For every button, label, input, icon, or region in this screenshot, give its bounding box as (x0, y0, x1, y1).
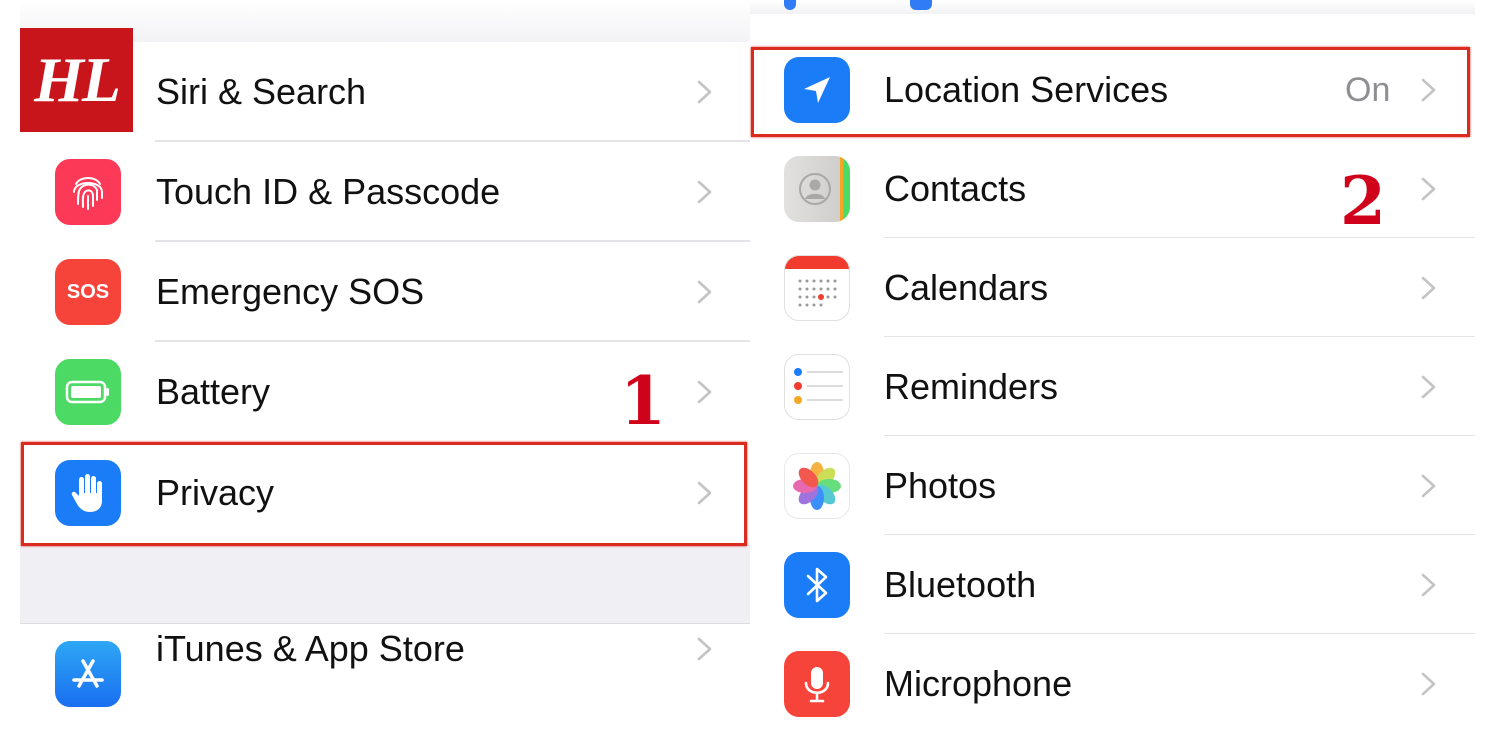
nav-title-fragment (910, 0, 932, 10)
step-2-annotation: 2 (1340, 162, 1386, 240)
row-label: iTunes & App Store (156, 628, 465, 669)
chevron-right-icon (1421, 276, 1436, 300)
chevron-right-icon (1421, 375, 1436, 399)
privacy-row-microphone[interactable]: Microphone (750, 634, 1475, 734)
settings-row-itunes-app-store[interactable]: iTunes & App Store (20, 623, 750, 724)
settings-row-emergency-sos[interactable]: SOS Emergency SOS (20, 242, 750, 342)
sos-icon: SOS (55, 259, 121, 325)
battery-icon (55, 359, 121, 425)
sos-icon-text: SOS (66, 280, 110, 303)
app-store-icon (55, 641, 121, 707)
settings-row-touch-id[interactable]: Touch ID & Passcode (20, 142, 750, 242)
row-label: Calendars (884, 267, 1049, 308)
microphone-icon (784, 651, 850, 717)
fingerprint-icon (55, 159, 121, 225)
row-label: Photos (884, 465, 997, 506)
privacy-highlight-box (21, 442, 747, 546)
chevron-right-icon (697, 637, 712, 661)
privacy-row-reminders[interactable]: Reminders (750, 337, 1475, 437)
row-label: Bluetooth (884, 564, 1037, 605)
privacy-row-calendars[interactable]: Calendars (750, 238, 1475, 338)
top-edge (750, 0, 1475, 14)
reminders-icon (784, 354, 850, 420)
chevron-right-icon (697, 80, 712, 104)
hl-logo: HL (20, 28, 133, 132)
chevron-right-icon (697, 180, 712, 204)
row-label: Battery (156, 371, 271, 412)
row-label: Emergency SOS (156, 271, 425, 312)
row-label: Siri & Search (156, 71, 367, 112)
chevron-right-icon (1421, 474, 1436, 498)
location-services-highlight-box (751, 47, 1470, 137)
row-label: Contacts (884, 168, 1027, 209)
step-1-annotation: 1 (620, 362, 666, 440)
chevron-right-icon (1421, 177, 1436, 201)
privacy-row-photos[interactable]: Photos (750, 436, 1475, 536)
contacts-icon (784, 156, 850, 222)
photos-icon (784, 453, 850, 519)
privacy-row-bluetooth[interactable]: Bluetooth (750, 535, 1475, 635)
row-label: Touch ID & Passcode (156, 171, 501, 212)
chevron-right-icon (697, 280, 712, 304)
row-label: Microphone (884, 663, 1073, 704)
bluetooth-icon (784, 552, 850, 618)
chevron-right-icon (1421, 672, 1436, 696)
calendar-icon (784, 255, 850, 321)
chevron-right-icon (697, 380, 712, 404)
chevron-right-icon (1421, 573, 1436, 597)
row-label: Reminders (884, 366, 1059, 407)
